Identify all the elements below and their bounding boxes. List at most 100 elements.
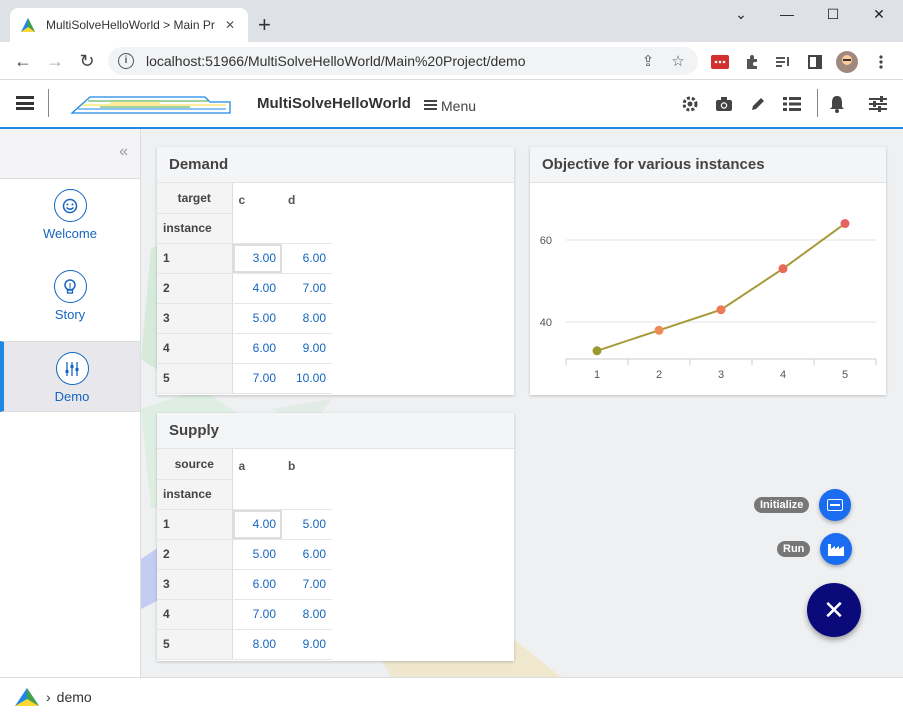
- chevron-down-icon[interactable]: ⌄: [726, 6, 756, 23]
- browser-menu-icon[interactable]: [872, 53, 890, 71]
- bell-icon[interactable]: [827, 94, 847, 114]
- forward-icon[interactable]: →: [44, 50, 66, 72]
- row-label: 2: [157, 539, 233, 570]
- table-cell[interactable]: 7.00: [232, 363, 282, 394]
- supply-row-header: instance: [157, 479, 233, 510]
- back-icon[interactable]: ←: [12, 50, 34, 72]
- window-close-icon[interactable]: ✕: [864, 6, 894, 23]
- sidebar-item-welcome[interactable]: Welcome: [0, 189, 140, 260]
- collapse-sidebar-icon[interactable]: «: [119, 143, 128, 161]
- share-icon[interactable]: ⇪: [638, 52, 658, 70]
- breadcrumb-demo[interactable]: demo: [57, 689, 92, 705]
- new-badge-icon[interactable]: [819, 489, 852, 521]
- extension-red-icon[interactable]: [711, 53, 729, 71]
- minimize-icon[interactable]: —: [772, 6, 802, 22]
- x-tick-label: 3: [718, 369, 724, 381]
- sidebar-item-demo[interactable]: Demo: [0, 341, 140, 412]
- run-action[interactable]: Run: [777, 533, 853, 565]
- filter-sliders-icon[interactable]: [868, 94, 888, 114]
- table-row: 3 6.00 7.00: [157, 569, 332, 600]
- x-tick-label: 4: [780, 369, 786, 381]
- browser-tab[interactable]: MultiSolveHelloWorld > Main Pr ✕: [10, 8, 248, 42]
- side-panel-icon[interactable]: [806, 53, 824, 71]
- site-info-icon[interactable]: i: [118, 53, 134, 69]
- address-bar[interactable]: i localhost:51966/MultiSolveHelloWorld/M…: [108, 47, 698, 75]
- breadcrumb-separator: ›: [46, 688, 51, 705]
- table-row: 5 7.00 10.00: [157, 363, 332, 394]
- row-label: 4: [157, 333, 233, 364]
- profile-avatar[interactable]: [836, 51, 858, 73]
- table-cell[interactable]: 5.00: [232, 303, 282, 334]
- table-cell[interactable]: 8.00: [282, 599, 332, 630]
- bookmark-star-icon[interactable]: ☆: [668, 52, 688, 70]
- camera-icon[interactable]: [714, 94, 734, 114]
- table-cell[interactable]: 5.00: [232, 539, 282, 570]
- table-row: 2 5.00 6.00: [157, 539, 332, 570]
- initialize-label[interactable]: Initialize: [754, 497, 810, 513]
- sidebar-item-story[interactable]: Story: [0, 270, 140, 341]
- table-cell[interactable]: 8.00: [282, 303, 332, 334]
- sidebar-collapse-row: «: [0, 129, 140, 179]
- table-cell[interactable]: 4.00: [232, 509, 282, 540]
- demand-title: Demand: [157, 147, 514, 183]
- x-tick-label: 2: [656, 369, 662, 381]
- extensions-puzzle-icon[interactable]: [743, 53, 761, 71]
- table-cell[interactable]: 9.00: [282, 629, 332, 660]
- media-queue-icon[interactable]: [774, 53, 792, 71]
- data-point: [778, 264, 788, 274]
- close-tab-icon[interactable]: ✕: [222, 18, 238, 32]
- table-row: 2 4.00 7.00: [157, 273, 332, 304]
- table-cell[interactable]: 10.00: [282, 363, 332, 394]
- row-label: 3: [157, 303, 233, 334]
- demand-table: target c d instance 1 3.00 6.00 2 4.00 7…: [157, 183, 332, 394]
- reload-icon[interactable]: ↻: [76, 50, 98, 72]
- maximize-icon[interactable]: ☐: [818, 6, 848, 23]
- row-label: 2: [157, 273, 233, 304]
- table-cell[interactable]: 9.00: [282, 333, 332, 364]
- app-logo-icon: [15, 687, 39, 706]
- menu-button[interactable]: Menu: [424, 98, 476, 114]
- table-row: 5 8.00 9.00: [157, 629, 332, 660]
- factory-icon[interactable]: [820, 533, 853, 565]
- row-label: 1: [157, 509, 233, 540]
- menu-lines-icon: [424, 100, 437, 112]
- supply-column-b: b: [282, 449, 332, 510]
- table-cell[interactable]: 6.00: [282, 243, 332, 274]
- table-cell[interactable]: 6.00: [282, 539, 332, 570]
- demand-column-d: d: [282, 183, 332, 244]
- close-fab-button[interactable]: ✕: [807, 583, 861, 637]
- url-text[interactable]: localhost:51966/MultiSolveHelloWorld/Mai…: [146, 53, 628, 69]
- list-icon[interactable]: [782, 94, 802, 114]
- menu-label: Menu: [441, 98, 477, 114]
- demand-card: Demand target c d instance 1 3.00 6.00 2…: [157, 147, 514, 395]
- objective-chart[interactable]: 40 60 1 2 3 4 5: [530, 183, 886, 395]
- y-tick-label: 60: [540, 235, 552, 247]
- app-title: MultiSolveHelloWorld: [257, 95, 411, 112]
- table-cell[interactable]: 8.00: [232, 629, 282, 660]
- table-cell[interactable]: 7.00: [282, 273, 332, 304]
- row-label: 1: [157, 243, 233, 274]
- demand-row-header: instance: [157, 213, 233, 244]
- tab-title: MultiSolveHelloWorld > Main Pr: [46, 18, 215, 32]
- table-cell[interactable]: 7.00: [232, 599, 282, 630]
- footer-breadcrumb: › demo: [0, 677, 903, 715]
- table-cell[interactable]: 6.00: [232, 333, 282, 364]
- supply-table: source a b instance 1 4.00 5.00 2 5.00 6…: [157, 449, 332, 660]
- new-tab-button[interactable]: +: [258, 12, 271, 38]
- browser-tabbar: MultiSolveHelloWorld > Main Pr ✕ + ⌄ — ☐…: [0, 0, 903, 42]
- table-cell[interactable]: 4.00: [232, 273, 282, 304]
- pencil-icon[interactable]: [748, 94, 768, 114]
- y-tick-label: 40: [540, 317, 552, 329]
- hamburger-icon[interactable]: [16, 96, 34, 110]
- header-divider-right: [817, 89, 818, 117]
- table-cell[interactable]: 3.00: [232, 243, 282, 274]
- x-tick-label: 5: [842, 369, 848, 381]
- objective-card: Objective for various instances 40 60 1 2 3 4…: [530, 147, 886, 395]
- table-cell[interactable]: 7.00: [282, 569, 332, 600]
- gear-icon[interactable]: [680, 94, 700, 114]
- table-cell[interactable]: 6.00: [232, 569, 282, 600]
- run-label[interactable]: Run: [777, 541, 811, 557]
- table-cell[interactable]: 5.00: [282, 509, 332, 540]
- row-label: 5: [157, 629, 233, 660]
- initialize-action[interactable]: Initialize: [754, 489, 852, 521]
